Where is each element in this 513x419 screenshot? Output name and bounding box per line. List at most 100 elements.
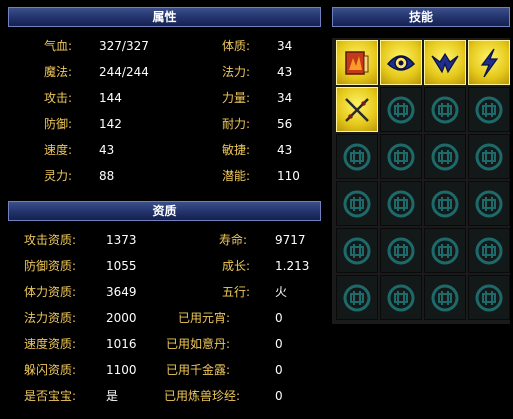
skill-eye-icon bbox=[386, 54, 416, 71]
apt-label-attack: 攻击资质: bbox=[24, 233, 77, 247]
empty-slot-icon bbox=[387, 190, 415, 217]
attributes-header: 属性 bbox=[8, 7, 321, 27]
skill-wings-icon bbox=[431, 52, 459, 73]
skill-slot-11[interactable] bbox=[424, 134, 466, 179]
empty-slot-icon bbox=[475, 237, 503, 264]
attr-value-spirit: 88 bbox=[99, 169, 115, 183]
apt-value-qianjinlu: 0 bbox=[275, 363, 283, 377]
skill-slot-9[interactable] bbox=[336, 134, 378, 179]
skill-slot-21[interactable] bbox=[336, 275, 378, 320]
skill-slot-4[interactable] bbox=[468, 40, 510, 85]
apt-value-yuanxiao: 0 bbox=[275, 311, 283, 325]
attr-label-defense: 防御: bbox=[44, 117, 73, 131]
skill-slot-1[interactable] bbox=[336, 40, 378, 85]
apt-label-stamina: 体力资质: bbox=[24, 285, 77, 299]
skill-slot-2[interactable] bbox=[380, 40, 422, 85]
empty-slot-icon bbox=[387, 143, 415, 170]
apt-value-magic: 2000 bbox=[106, 311, 137, 325]
attr-label-speed: 速度: bbox=[44, 143, 73, 157]
empty-slot-icon bbox=[343, 143, 371, 170]
attr-label-potential: 潜能: bbox=[222, 169, 251, 183]
empty-slot-icon bbox=[431, 96, 459, 123]
skill-slot-20[interactable] bbox=[468, 228, 510, 273]
empty-slot-icon bbox=[431, 143, 459, 170]
attr-row-hp: 气血: bbox=[44, 36, 72, 56]
skill-slot-3[interactable] bbox=[424, 40, 466, 85]
apt-label-dodge: 躲闪资质: bbox=[24, 363, 77, 377]
skill-slot-19[interactable] bbox=[424, 228, 466, 273]
attr-value-potential: 110 bbox=[277, 169, 300, 183]
empty-slot-icon bbox=[431, 190, 459, 217]
skill-slot-10[interactable] bbox=[380, 134, 422, 179]
attr-value-constitution: 34 bbox=[277, 39, 293, 53]
apt-label-qianjinlu: 已用千金露: bbox=[166, 363, 231, 377]
apt-value-ruyidan: 0 bbox=[275, 337, 283, 351]
apt-label-ruyidan: 已用如意丹: bbox=[166, 337, 231, 351]
empty-slot-icon bbox=[475, 143, 503, 170]
attr-value-agility: 43 bbox=[277, 143, 293, 157]
apt-label-magic: 法力资质: bbox=[24, 311, 77, 325]
skill-slot-15[interactable] bbox=[424, 181, 466, 226]
attr-value-defense: 142 bbox=[99, 117, 122, 131]
skill-lightning-icon bbox=[480, 48, 499, 77]
attr-label-mp: 魔法: bbox=[44, 65, 73, 79]
attr-label-agility: 敏捷: bbox=[222, 143, 251, 157]
apt-value-lianshou: 0 bbox=[275, 389, 283, 403]
skill-slot-16[interactable] bbox=[468, 181, 510, 226]
skill-slot-23[interactable] bbox=[424, 275, 466, 320]
apt-label-speed: 速度资质: bbox=[24, 337, 77, 351]
empty-slot-icon bbox=[387, 96, 415, 123]
attr-value-hp: 327/327 bbox=[99, 36, 149, 56]
attr-value-strength: 34 bbox=[277, 91, 293, 105]
attr-label-strength: 力量: bbox=[222, 91, 251, 105]
skill-slot-14[interactable] bbox=[380, 181, 422, 226]
empty-slot-icon bbox=[475, 190, 503, 217]
apt-label-is-baby: 是否宝宝: bbox=[24, 389, 77, 403]
skill-slot-13[interactable] bbox=[336, 181, 378, 226]
apt-value-dodge: 1100 bbox=[106, 363, 137, 377]
attr-value-mp: 244/244 bbox=[99, 65, 149, 79]
skill-slot-8[interactable] bbox=[468, 87, 510, 132]
empty-slot-icon bbox=[431, 284, 459, 311]
apt-value-element: 火 bbox=[275, 285, 288, 299]
empty-slot-icon bbox=[431, 237, 459, 264]
attr-value-hp-text: 327/327 bbox=[99, 39, 149, 53]
apt-value-growth: 1.213 bbox=[275, 259, 310, 273]
empty-slot-icon bbox=[475, 96, 503, 123]
skill-slot-12[interactable] bbox=[468, 134, 510, 179]
attr-label-endurance: 耐力: bbox=[222, 117, 251, 131]
attr-label-attack: 攻击: bbox=[44, 91, 73, 105]
skill-slot-6[interactable] bbox=[380, 87, 422, 132]
skill-slot-5[interactable] bbox=[336, 87, 378, 132]
skills-header: 技能 bbox=[332, 7, 510, 27]
apt-label-growth: 成长: bbox=[222, 259, 251, 273]
apt-value-attack: 1373 bbox=[106, 233, 137, 247]
attr-label-hp: 气血: bbox=[44, 39, 73, 53]
apt-value-stamina: 3649 bbox=[106, 285, 137, 299]
apt-value-is-baby: 是 bbox=[106, 389, 119, 403]
apt-label-defense: 防御资质: bbox=[24, 259, 77, 273]
apt-label-element: 五行: bbox=[222, 285, 251, 299]
skill-slot-7[interactable] bbox=[424, 87, 466, 132]
empty-slot-icon bbox=[343, 284, 371, 311]
skill-fire-shield-icon bbox=[345, 50, 369, 75]
apt-label-yuanxiao: 已用元宵: bbox=[178, 311, 231, 325]
skill-slot-18[interactable] bbox=[380, 228, 422, 273]
skill-grid bbox=[332, 38, 510, 324]
attr-value-magic: 43 bbox=[277, 65, 293, 79]
skill-crossed-swords-icon bbox=[345, 97, 369, 122]
apt-value-lifespan: 9717 bbox=[275, 233, 306, 247]
aptitude-header: 资质 bbox=[8, 201, 321, 221]
apt-value-defense: 1055 bbox=[106, 259, 137, 273]
empty-slot-icon bbox=[475, 284, 503, 311]
skill-slot-24[interactable] bbox=[468, 275, 510, 320]
skill-slot-17[interactable] bbox=[336, 228, 378, 273]
empty-slot-icon bbox=[343, 190, 371, 217]
empty-slot-icon bbox=[343, 237, 371, 264]
attr-label-spirit: 灵力: bbox=[44, 169, 73, 183]
attr-value-speed: 43 bbox=[99, 143, 115, 157]
skill-slot-22[interactable] bbox=[380, 275, 422, 320]
attr-label-constitution: 体质: bbox=[222, 39, 251, 53]
attr-value-attack: 144 bbox=[99, 91, 122, 105]
empty-slot-icon bbox=[387, 284, 415, 311]
